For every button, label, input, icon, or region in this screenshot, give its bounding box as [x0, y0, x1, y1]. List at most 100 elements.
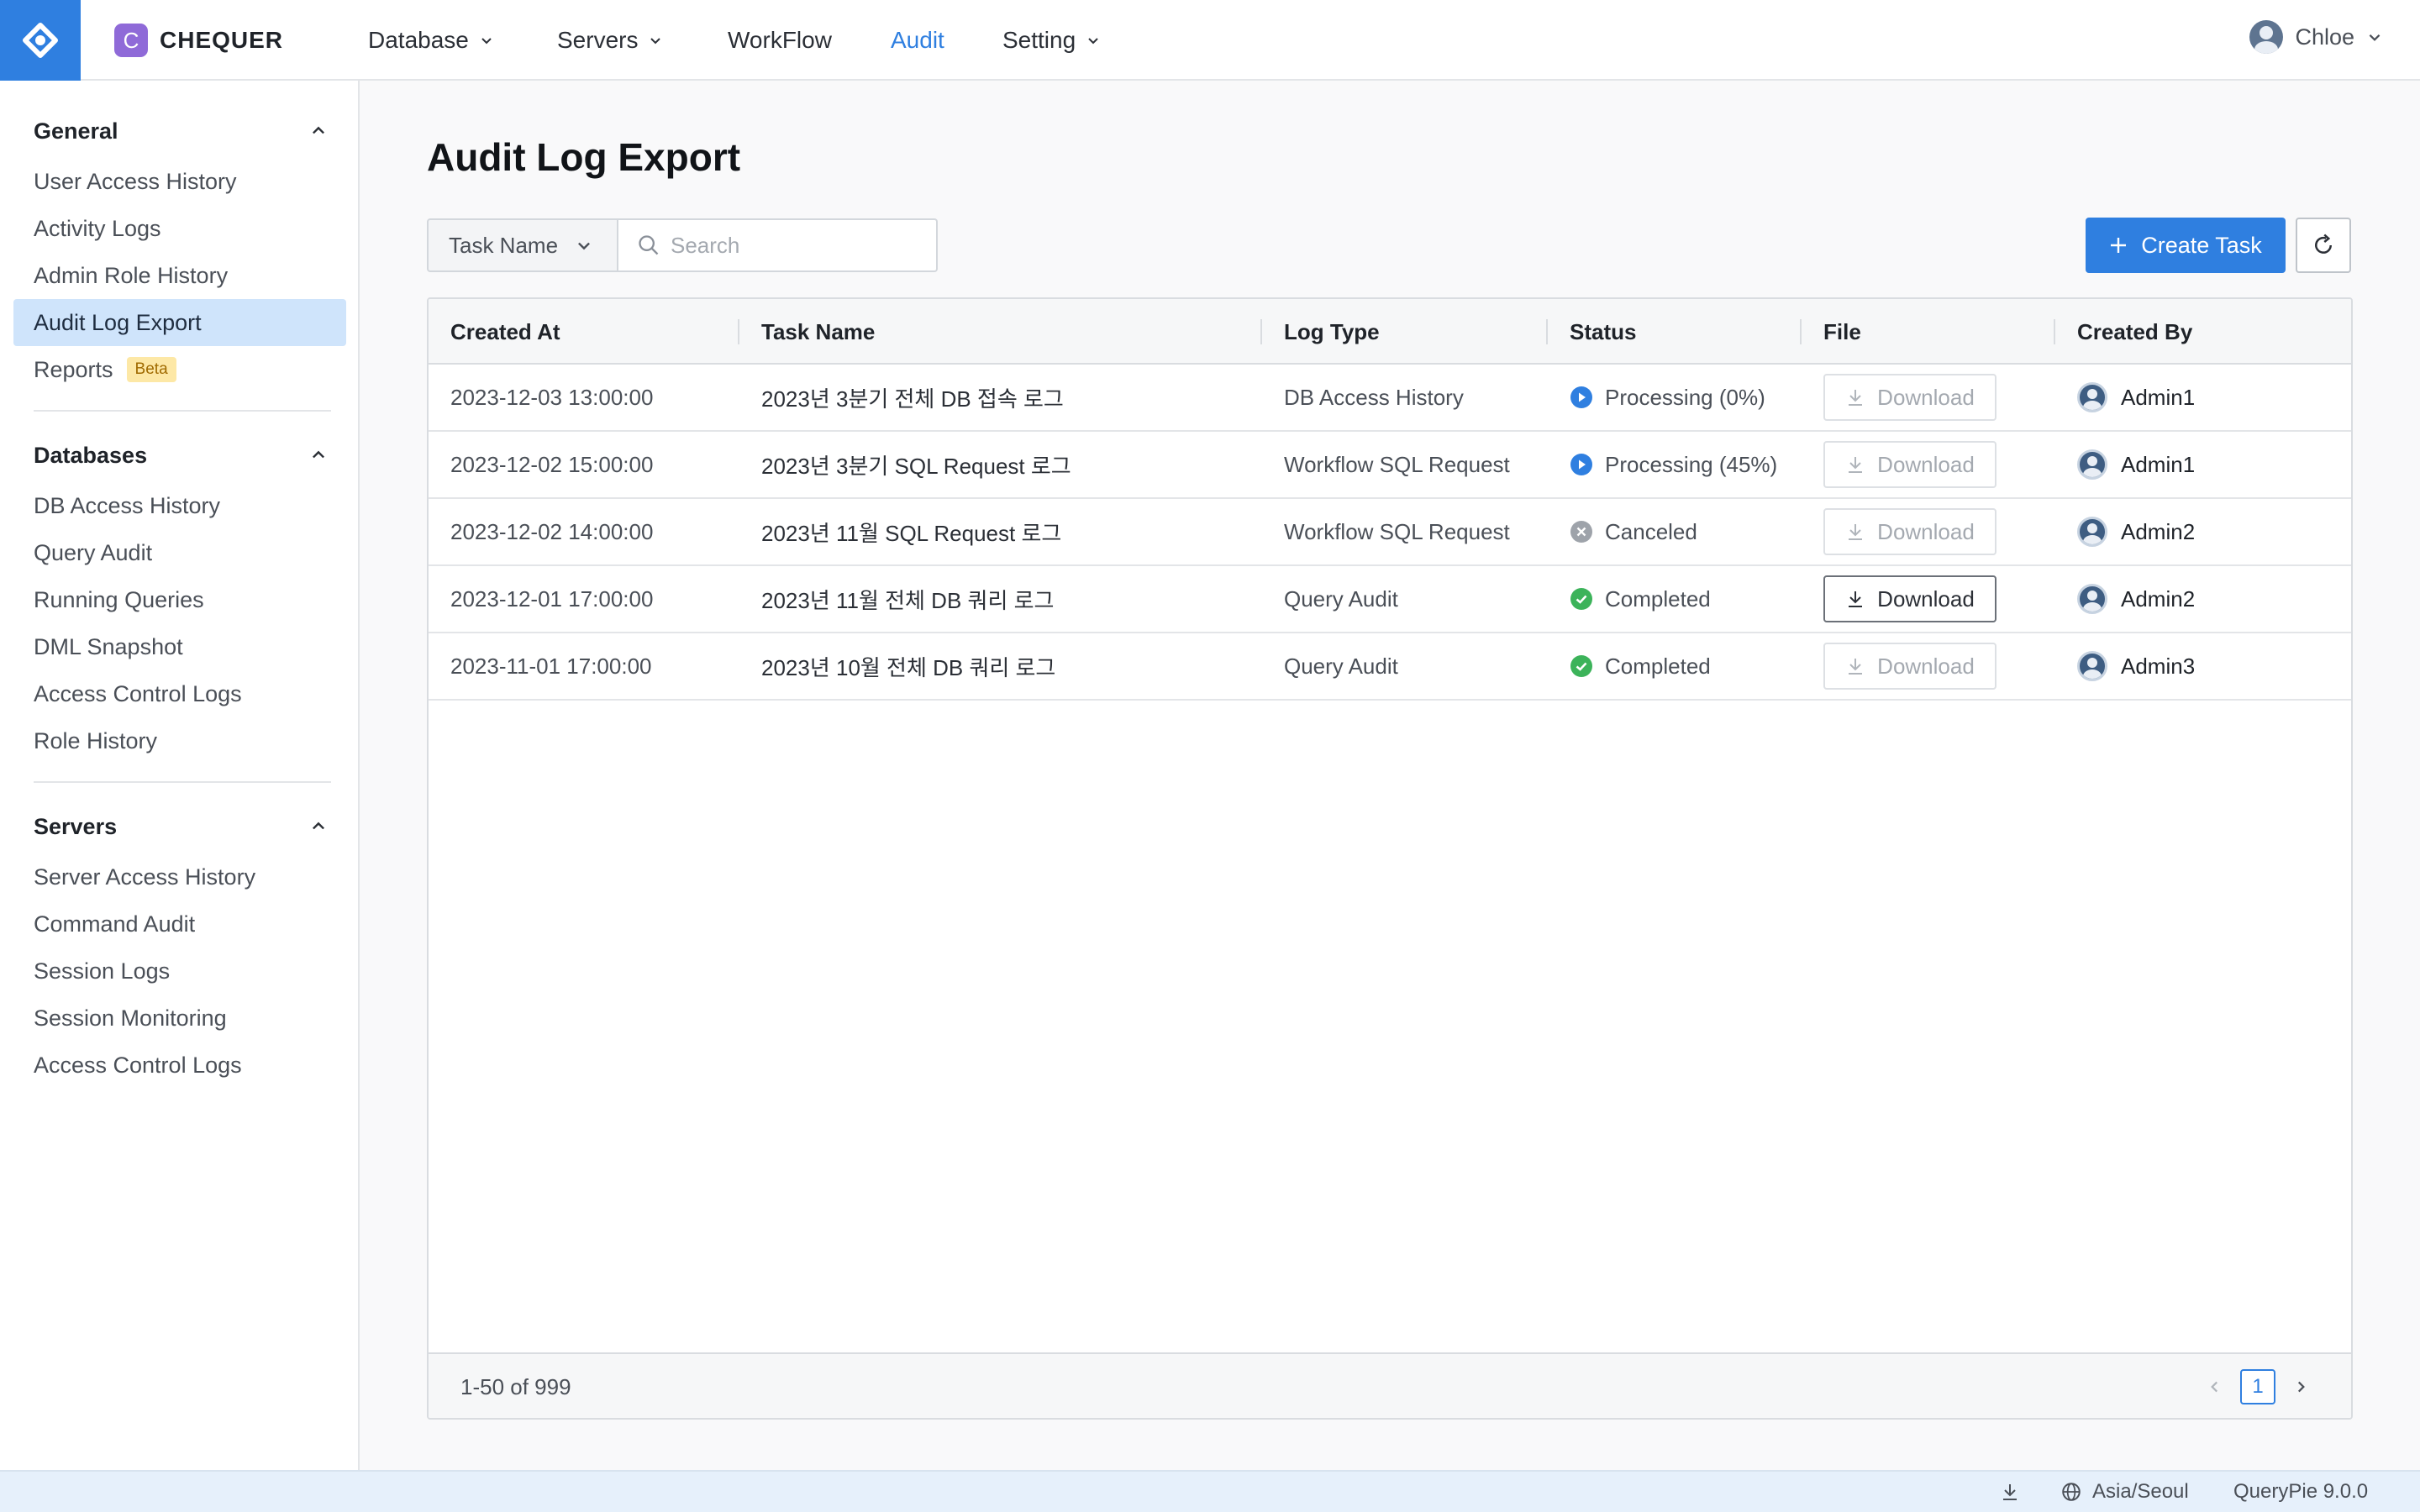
table-row[interactable]: 2023-11-01 17:00:00 2023년 10월 전체 DB 쿼리 로…	[429, 633, 2351, 701]
download-button[interactable]: Download	[1823, 643, 1996, 690]
chevron-right-icon	[2297, 1381, 2305, 1393]
column-created-by[interactable]: Created By	[2077, 299, 2192, 365]
column-divider	[1260, 319, 1262, 344]
next-page-button[interactable]	[2291, 1377, 2311, 1397]
sidebar-section-servers[interactable]: Servers	[34, 810, 328, 843]
cell-task-name: 2023년 11월 전체 DB 쿼리 로그	[761, 587, 1055, 613]
avatar	[2077, 651, 2107, 681]
column-task-name[interactable]: Task Name	[761, 299, 875, 365]
cell-created-at: 2023-12-03 13:00:00	[450, 384, 654, 410]
creator-name: Admin1	[2121, 384, 2196, 410]
create-task-button[interactable]: Create Task	[2086, 218, 2286, 273]
sidebar-item-admin-role-history[interactable]: Admin Role History	[13, 252, 346, 299]
sidebar-item-label: User Access History	[34, 168, 237, 194]
sidebar-item-label: Activity Logs	[34, 215, 161, 241]
status-text: Processing (0%)	[1605, 384, 1765, 410]
sidebar-item-audit-log-export[interactable]: Audit Log Export	[13, 299, 346, 346]
sidebar-item-label: Access Control Logs	[34, 680, 242, 706]
column-divider	[2054, 319, 2055, 344]
download-button[interactable]: Download	[1823, 441, 1996, 488]
brand: C CHEQUER	[114, 24, 283, 57]
nav-workflow[interactable]: WorkFlow	[728, 24, 832, 57]
check-circle-icon	[1570, 588, 1592, 610]
cell-task-name: 2023년 3분기 전체 DB 접속 로그	[761, 386, 1064, 412]
download-label: Download	[1877, 384, 1975, 410]
column-file[interactable]: File	[1823, 299, 1861, 365]
table-row[interactable]: 2023-12-02 14:00:00 2023년 11월 SQL Reques…	[429, 499, 2351, 566]
sidebar-item-reports[interactable]: Reports Beta	[13, 346, 346, 393]
column-created-at[interactable]: Created At	[450, 299, 560, 365]
brand-badge: C	[114, 24, 148, 57]
sidebar-section-databases[interactable]: Databases	[34, 438, 328, 472]
app-version: QueryPie 9.0.0	[2233, 1472, 2368, 1512]
sidebar-item-server-access-control-logs[interactable]: Access Control Logs	[13, 1042, 346, 1089]
version-label: QueryPie 9.0.0	[2233, 1480, 2369, 1503]
sidebar-item-label: Command Audit	[34, 911, 196, 937]
sidebar-item-server-access-history[interactable]: Server Access History	[13, 853, 346, 900]
avatar	[2077, 382, 2107, 412]
app-logo[interactable]	[0, 0, 81, 81]
nav-database-label: Database	[368, 27, 469, 53]
table-row[interactable]: 2023-12-02 15:00:00 2023년 3분기 SQL Reques…	[429, 432, 2351, 499]
nav-audit[interactable]: Audit	[891, 24, 944, 57]
sidebar-item-command-audit[interactable]: Command Audit	[13, 900, 346, 948]
cell-status: Completed	[1570, 633, 1711, 699]
download-button[interactable]: Download	[1823, 508, 1996, 555]
sidebar-item-db-access-control-logs[interactable]: Access Control Logs	[13, 670, 346, 717]
download-icon	[1849, 457, 1863, 473]
search-icon	[639, 235, 659, 255]
cell-created-at: 2023-12-02 14:00:00	[450, 518, 654, 544]
sidebar-item-db-access-history[interactable]: DB Access History	[13, 482, 346, 529]
globe-icon	[2062, 1483, 2081, 1501]
sidebar-item-running-queries[interactable]: Running Queries	[13, 576, 346, 623]
sidebar-item-label: Query Audit	[34, 539, 153, 565]
sidebar-section-general[interactable]: General	[34, 114, 328, 148]
create-task-label: Create Task	[2141, 232, 2262, 258]
sidebar-item-user-access-history[interactable]: User Access History	[13, 158, 346, 205]
status-text: Completed	[1605, 585, 1711, 612]
nav-audit-label: Audit	[891, 27, 944, 53]
download-button[interactable]: Download	[1823, 374, 1996, 421]
user-menu[interactable]: Chloe	[2249, 18, 2383, 55]
cell-file: Download	[1823, 365, 1996, 430]
chevron-down-icon	[481, 38, 492, 45]
filter-field-select[interactable]: Task Name	[427, 218, 618, 272]
download-label: Download	[1877, 518, 1975, 544]
sidebar-item-label: Access Control Logs	[34, 1052, 242, 1078]
sidebar-item-dml-snapshot[interactable]: DML Snapshot	[13, 623, 346, 670]
table-row[interactable]: 2023-12-03 13:00:00 2023년 3분기 전체 DB 접속 로…	[429, 365, 2351, 432]
cell-created-by: Admin2	[2077, 499, 2195, 564]
timezone-indicator[interactable]: Asia/Seoul	[2060, 1472, 2189, 1512]
download-manager-button[interactable]	[2000, 1472, 2020, 1512]
table-row[interactable]: 2023-12-01 17:00:00 2023년 11월 전체 DB 쿼리 로…	[429, 566, 2351, 633]
nav-database[interactable]: Database	[368, 24, 494, 57]
nav-setting[interactable]: Setting	[1002, 24, 1101, 57]
check-circle-icon	[1570, 655, 1592, 677]
pagination: 1	[2205, 1369, 2311, 1404]
cell-status: Canceled	[1570, 499, 1697, 564]
sidebar-item-session-logs[interactable]: Session Logs	[13, 948, 346, 995]
sidebar-item-session-monitoring[interactable]: Session Monitoring	[13, 995, 346, 1042]
play-circle-icon	[1570, 386, 1592, 408]
refresh-button[interactable]	[2296, 218, 2351, 273]
status-text: Canceled	[1605, 518, 1697, 544]
section-title: Databases	[34, 442, 148, 468]
search-input[interactable]	[671, 232, 923, 259]
page-number-current[interactable]: 1	[2240, 1369, 2275, 1404]
sidebar-item-query-audit[interactable]: Query Audit	[13, 529, 346, 576]
nav-servers[interactable]: Servers	[557, 24, 663, 57]
column-divider	[1546, 319, 1548, 344]
chevron-down-icon	[2369, 34, 2381, 41]
cancel-circle-icon	[1570, 521, 1592, 543]
brand-name: CHEQUER	[160, 27, 284, 53]
column-log-type[interactable]: Log Type	[1284, 299, 1380, 365]
sidebar-item-activity-logs[interactable]: Activity Logs	[13, 205, 346, 252]
cell-status: Processing (45%)	[1570, 432, 1777, 497]
status-text: Completed	[1605, 653, 1711, 679]
play-circle-icon	[1570, 454, 1592, 475]
download-button[interactable]: Download	[1823, 575, 1996, 622]
column-status[interactable]: Status	[1570, 299, 1636, 365]
sidebar-item-role-history[interactable]: Role History	[13, 717, 346, 764]
cell-log-type: Query Audit	[1284, 653, 1398, 679]
prev-page-button[interactable]	[2205, 1377, 2225, 1397]
